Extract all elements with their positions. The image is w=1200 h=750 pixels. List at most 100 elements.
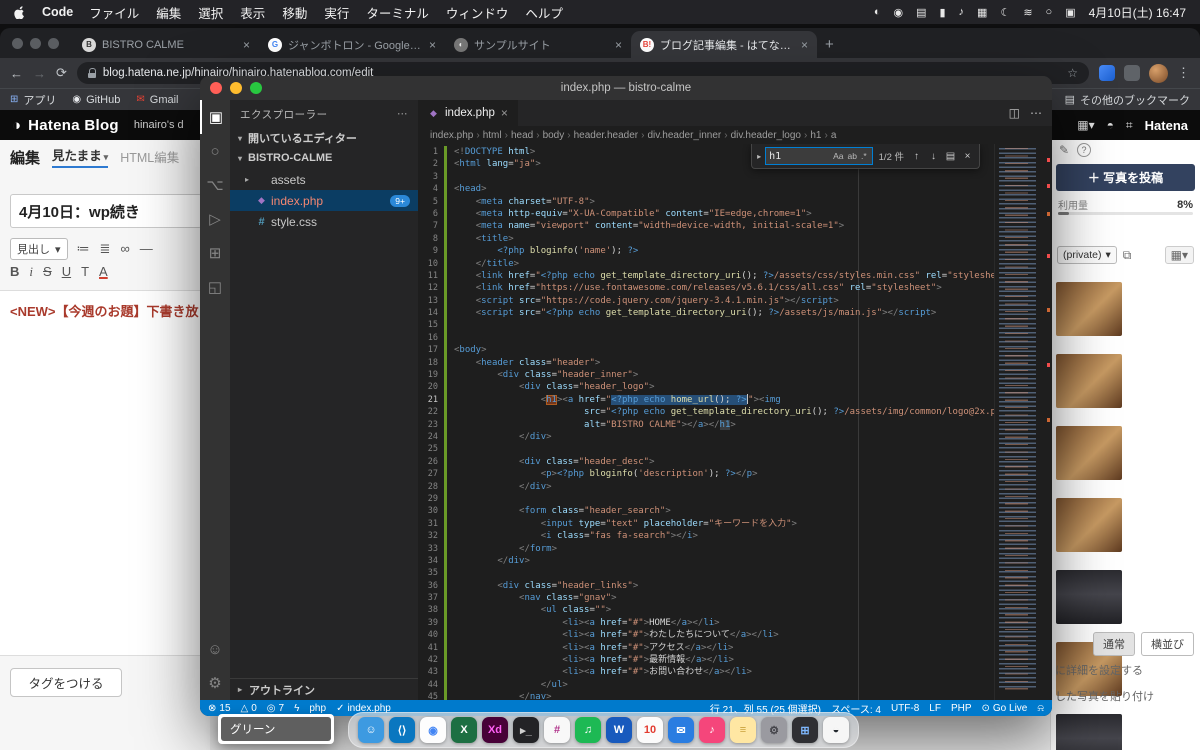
breadcrumb-item[interactable]: html (483, 130, 502, 141)
bookmark-apps[interactable]: ⊞ アプリ (10, 92, 56, 108)
code-line[interactable]: 17 <body> (418, 344, 994, 357)
regex-icon[interactable]: .* (859, 151, 869, 161)
ul-icon[interactable]: ≔ (77, 241, 90, 257)
more-actions-icon[interactable]: ⋯ (397, 108, 408, 120)
browser-tab[interactable]: B BISTRO CALME × (73, 31, 259, 58)
dock-music[interactable]: ♪ (699, 717, 725, 743)
breadcrumb-item[interactable]: div.header_inner (647, 130, 721, 141)
file-index.php[interactable]: ◆ index.php 9+ (230, 190, 418, 211)
external-link-icon[interactable]: ⧉ (1123, 248, 1132, 263)
code-line[interactable]: 28 </div> (418, 480, 994, 493)
ol-icon[interactable]: ≣ (100, 241, 111, 257)
dock-mail[interactable]: ✉ (668, 717, 694, 743)
apps-grid-icon[interactable]: ⌗ (1126, 118, 1133, 133)
code-line[interactable]: 27 <p><?php bloginfo('description'); ?><… (418, 468, 994, 481)
code-line[interactable]: 37 <nav class="gnav"> (418, 592, 994, 605)
code-line[interactable]: 13 <script src="https://code.jquery.com/… (418, 294, 994, 308)
menu-item-編集[interactable]: 編集 (156, 3, 181, 22)
dock-chrome[interactable]: ◉ (420, 717, 446, 743)
view-normal-button[interactable]: 通常 (1093, 632, 1135, 656)
bold-icon[interactable]: B (10, 264, 19, 280)
lightning-icon[interactable]: ϟ (294, 703, 299, 714)
code-line[interactable]: 33 </form> (418, 542, 994, 555)
zoom-window-icon[interactable] (48, 37, 59, 49)
breadcrumb-item[interactable]: h1 (810, 130, 821, 141)
dock-word[interactable]: W (606, 717, 632, 743)
dock-vscode[interactable]: ⟨⟩ (389, 717, 415, 743)
hatena-right-brand[interactable]: Hatena (1145, 118, 1188, 133)
photo-thumbnail[interactable] (1056, 426, 1122, 480)
code-line[interactable]: 16 (418, 331, 994, 345)
tab-close-icon[interactable]: × (429, 38, 436, 52)
eol[interactable]: LF (929, 703, 941, 714)
bookmark-github[interactable]: ◉ GitHub (72, 92, 120, 108)
photo-thumbnail[interactable] (1056, 498, 1122, 552)
menu-item-ウィンドウ[interactable]: ウィンドウ (446, 3, 509, 22)
display-icon[interactable]: ▤ (916, 6, 926, 19)
open-editors-section[interactable]: ▾ 開いているエディター (230, 128, 418, 148)
hr-icon[interactable]: — (140, 241, 153, 257)
menu-item-ファイル[interactable]: ファイル (89, 3, 139, 22)
forward-icon[interactable]: → (33, 66, 46, 81)
editor-tab-indexphp[interactable]: ◆ index.php × (418, 100, 518, 126)
breadcrumb-item[interactable]: head (511, 130, 533, 141)
code-line[interactable]: 20 <div class="header_logo"> (418, 381, 994, 394)
search-icon[interactable]: ○ (200, 134, 230, 168)
code-line[interactable]: 40 <li><a href="#">わたしたちについて</a></li> (418, 629, 994, 642)
underline-icon[interactable]: U (62, 264, 71, 280)
remote-icon[interactable]: ◱ (200, 270, 230, 304)
privacy-select[interactable]: (private) ▾ (1057, 246, 1117, 264)
code-line[interactable]: 4 <head> (418, 183, 994, 196)
battery-icon[interactable]: ▮ (939, 6, 945, 19)
new-tab-button[interactable]: + (825, 36, 834, 53)
code-line[interactable]: 12 <link href="https://use.fontawesome.c… (418, 282, 994, 295)
photo-thumbnail[interactable] (1056, 354, 1122, 408)
vscode-title-bar[interactable]: index.php — bistro-calme (200, 76, 1052, 100)
menu-item-移動[interactable]: 移動 (282, 3, 307, 22)
menu-item-ターミナル[interactable]: ターミナル (366, 3, 429, 22)
extensions-puzzle-icon[interactable] (1124, 65, 1140, 81)
breadcrumb-item[interactable]: header.header (574, 130, 639, 141)
active-app-name[interactable]: Code (42, 5, 73, 19)
blog-name[interactable]: hinairo's d (134, 119, 184, 131)
file-style.css[interactable]: # style.css (230, 211, 418, 232)
code-line[interactable]: 43 <li><a href="#">お問い合わせ</a></li> (418, 666, 994, 679)
menu-item-実行[interactable]: 実行 (324, 3, 349, 22)
back-icon[interactable]: ← (10, 66, 23, 81)
ports-indicator[interactable]: ◎ 7 (267, 703, 284, 714)
dock-excel[interactable]: X (451, 717, 477, 743)
code-line[interactable]: 44 </ul> (418, 678, 994, 692)
breadcrumb-item[interactable]: div.header_logo (731, 130, 801, 141)
problems-errors[interactable]: ⊗ 15 (208, 703, 231, 714)
code-line[interactable]: 15 (418, 319, 994, 332)
link-icon[interactable]: ∞ (120, 241, 129, 257)
language-mode[interactable]: PHP (951, 703, 972, 714)
code-line[interactable]: 30 <form class="header_search"> (418, 505, 994, 518)
code-line[interactable]: 32 <i class="fas fa-search"></i> (418, 530, 994, 543)
minimap[interactable] (994, 144, 1052, 700)
notifications-bell-icon[interactable]: ⍾ (1037, 703, 1044, 714)
close-tab-icon[interactable]: × (501, 106, 508, 120)
php-indicator[interactable]: php (309, 703, 326, 714)
dock-finder[interactable]: ☺ (358, 717, 384, 743)
split-editor-icon[interactable]: ◫ (1009, 106, 1020, 120)
outline-section[interactable]: ▸ アウトライン (230, 678, 418, 700)
add-tag-button[interactable]: タグをつける (10, 668, 122, 697)
dock-terminal[interactable]: ▸_ (513, 717, 539, 743)
dock-slack[interactable]: # (544, 717, 570, 743)
entry-body-editor[interactable]: <NEW>【今週のお題】下書き放 (0, 290, 210, 656)
code-line[interactable]: 29 (418, 492, 994, 506)
edit-icon[interactable]: ✎ (1059, 143, 1069, 157)
photo-thumbnail[interactable] (1056, 570, 1122, 624)
code-line[interactable]: 8 <title> (418, 232, 994, 246)
code-line[interactable]: 21 <h1><a href="<?php echo home_url(); ?… (418, 393, 994, 407)
other-bookmarks[interactable]: ▤ その他のブックマーク (1065, 92, 1190, 108)
match-case-icon[interactable]: Aa (831, 151, 845, 161)
dock-settings[interactable]: ⚙ (761, 717, 787, 743)
code-line[interactable]: 19 <div class="header_inner"> (418, 369, 994, 382)
toggle-replace-icon[interactable]: ▸ (757, 152, 761, 161)
file-assets[interactable]: ▸ assets (230, 169, 418, 190)
project-section[interactable]: ▾ BISTRO-CALME (230, 148, 418, 168)
find-in-selection-icon[interactable]: ▤ (944, 151, 957, 162)
grid-view-icon[interactable]: ▦▾ (1077, 118, 1094, 132)
